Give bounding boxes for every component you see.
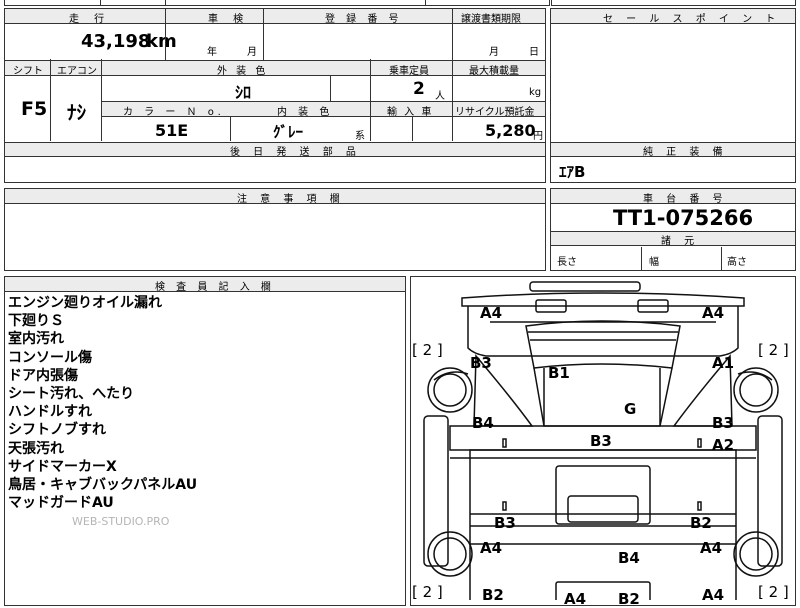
top-cutoff-right xyxy=(551,0,796,6)
capacity-unit: 人 xyxy=(435,91,445,102)
mileage-value: 43,198 xyxy=(81,31,151,52)
aircon-value: ﾅｼ xyxy=(67,102,87,124)
damage-mark: B4 xyxy=(472,414,494,432)
load-capacity-label: 最大積載量 xyxy=(469,66,519,77)
transfer-deadline-label: 譲渡書類期限 xyxy=(461,14,521,25)
damage-mark: B3 xyxy=(470,354,492,372)
registration-label: 登 録 番 号 xyxy=(325,14,403,25)
inspector-label: 検 査 員 記 入 欄 xyxy=(155,282,275,293)
watermark: WEB-STUDIO.PRO xyxy=(72,515,170,528)
damage-mark: A4 xyxy=(702,304,725,322)
shift-label: シフト xyxy=(13,66,43,77)
capacity-value: 2 xyxy=(413,79,425,99)
remark-item: 天張汚れ xyxy=(8,440,64,457)
length-label: 長さ xyxy=(557,257,577,268)
recycle-fee-value: 5,280 xyxy=(485,121,536,140)
damage-mark: A4 xyxy=(564,590,587,608)
damage-mark: A4 xyxy=(480,304,503,322)
vehicle-info-panel: 走 行 車 検 登 録 番 号 譲渡書類期限 43,198 km 年 月 月 日… xyxy=(4,8,546,183)
aircon-label: エアコン xyxy=(57,66,97,77)
remark-item: 室内汚れ xyxy=(8,331,64,348)
mileage-label: 走 行 xyxy=(69,14,111,25)
remark-item: サイドマーカーX xyxy=(8,458,117,475)
bracket-br: [ 2 ] xyxy=(758,583,789,601)
height-label: 高さ xyxy=(727,257,747,268)
damage-mark: B4 xyxy=(618,549,640,567)
color-number-label: カ ラ ー Ｎ o. xyxy=(123,107,225,118)
notes-panel: 注 意 事 項 欄 xyxy=(4,188,546,271)
damage-mark: A1 xyxy=(712,354,735,372)
damage-mark: B2 xyxy=(618,590,640,608)
damage-mark: B1 xyxy=(548,364,570,382)
sales-point-label: セ ー ル ス ポ イ ン ト xyxy=(603,14,781,25)
damage-mark: B2 xyxy=(482,586,504,604)
interior-color-suffix: 系 xyxy=(355,131,365,142)
width-label: 幅 xyxy=(649,257,659,268)
sales-point-panel: セ ー ル ス ポ イ ン ト 純 正 装 備 ｴｱB xyxy=(550,8,796,183)
remark-item: マッドガードAU xyxy=(8,495,114,512)
damage-mark: G xyxy=(624,400,637,418)
interior-color-label: 内 装 色 xyxy=(277,107,334,118)
import-label: 輸 入 車 xyxy=(387,107,434,118)
chassis-number: TT1-075266 xyxy=(613,206,754,230)
bracket-tr: [ 2 ] xyxy=(758,341,789,359)
remark-item: シート汚れ、へたり xyxy=(8,386,135,403)
chassis-panel: 車 台 番 号 TT1-075266 諸 元 長さ 幅 高さ xyxy=(550,188,796,271)
remarks-list: エンジン廻りオイル漏れ 下廻りＳ 室内汚れ コンソール傷 ドア内張傷 シート汚れ… xyxy=(8,294,197,512)
later-parts-label: 後 日 発 送 部 品 xyxy=(230,147,361,158)
top-cutoff-row xyxy=(4,0,550,6)
damage-mark: B2 xyxy=(690,514,712,532)
damage-mark: B3 xyxy=(712,414,734,432)
mileage-unit: km xyxy=(146,31,177,52)
chassis-label: 車 台 番 号 xyxy=(643,194,728,205)
remark-item: 下廻りＳ xyxy=(8,313,64,330)
damage-mark: B3 xyxy=(590,432,612,450)
recycle-fee-unit: 円 xyxy=(533,131,543,142)
exterior-color-value: ｼﾛ xyxy=(235,83,252,102)
bracket-bl: [ 2 ] xyxy=(412,583,443,601)
damage-mark: A2 xyxy=(712,436,735,454)
remark-item: シフトノブすれ xyxy=(8,422,106,439)
capacity-label: 乗車定員 xyxy=(389,66,429,77)
shift-value: F5 xyxy=(21,98,48,120)
color-number-value: 51E xyxy=(155,121,189,140)
inspection-year-unit: 年 xyxy=(207,47,217,58)
inspection-month-unit: 月 xyxy=(247,47,257,58)
damage-mark: A4 xyxy=(702,586,725,604)
remark-item: コンソール傷 xyxy=(8,349,92,366)
equipment-value: ｴｱB xyxy=(559,163,586,181)
bracket-tl: [ 2 ] xyxy=(412,341,443,359)
damage-mark: A4 xyxy=(480,539,503,557)
transfer-day-unit: 日 xyxy=(529,47,539,58)
notes-label: 注 意 事 項 欄 xyxy=(237,194,345,205)
damage-mark: B3 xyxy=(494,514,516,532)
exterior-color-label: 外 装 色 xyxy=(217,66,269,77)
remark-item: エンジン廻りオイル漏れ xyxy=(8,295,162,311)
equipment-label: 純 正 装 備 xyxy=(643,147,728,158)
inspection-label: 車 検 xyxy=(208,14,250,25)
remark-item: 鳥居・キャブバックパネルAU xyxy=(8,477,198,494)
remark-item: ハンドルすれ xyxy=(8,404,92,421)
recycle-label: リサイクル預託金 xyxy=(455,107,535,118)
damage-mark: A4 xyxy=(700,539,723,557)
load-capacity-unit: kg xyxy=(529,87,542,98)
dims-label: 諸 元 xyxy=(661,236,700,247)
transfer-month-unit: 月 xyxy=(489,47,499,58)
interior-color-value: ｸﾞﾚｰ xyxy=(273,123,304,141)
remark-item: ドア内張傷 xyxy=(8,367,78,384)
